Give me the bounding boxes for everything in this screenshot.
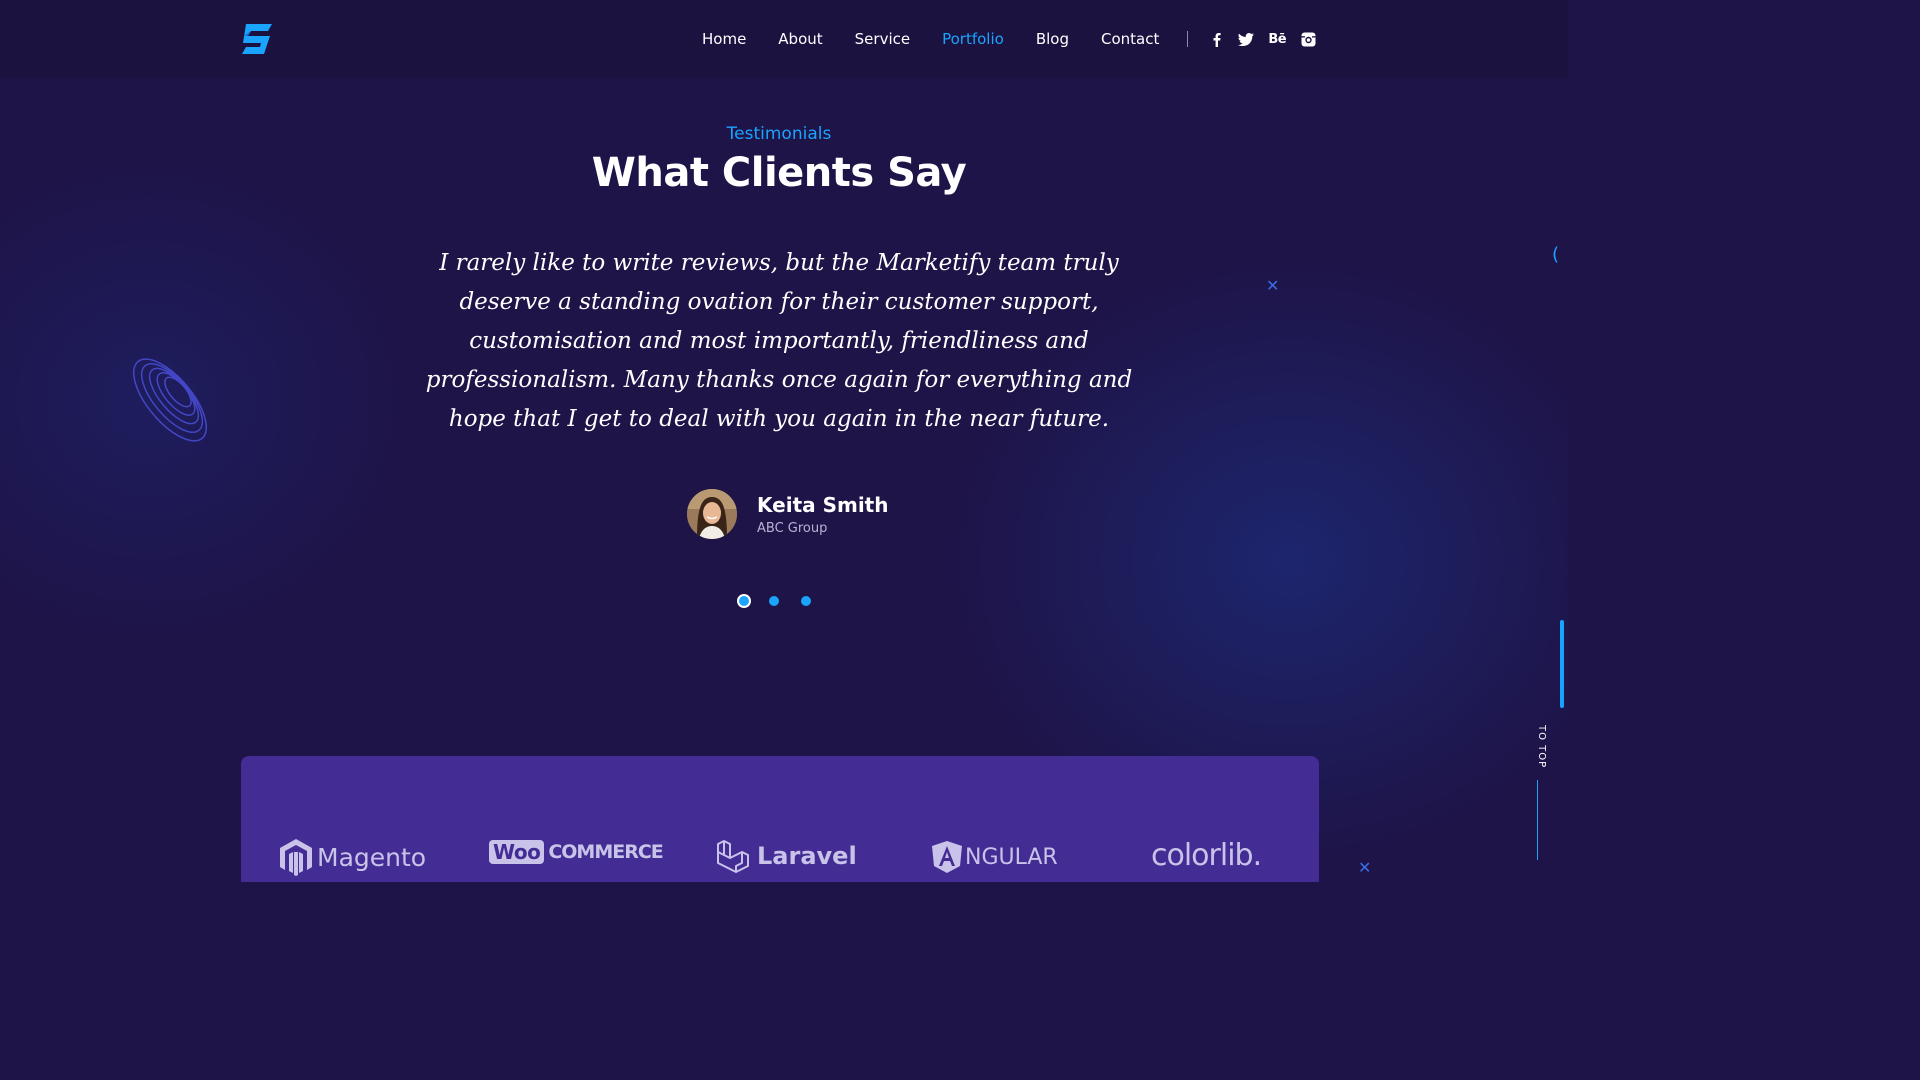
nav-blog[interactable]: Blog — [1036, 30, 1069, 48]
social-links: Bē — [1208, 31, 1330, 47]
sparkle-icon: ✕ — [1266, 276, 1280, 295]
brand-woo-label: COMMERCE — [548, 841, 663, 863]
facebook-icon[interactable] — [1208, 31, 1224, 47]
edge-arc-decoration: ( — [1552, 244, 1560, 265]
carousel-pagination — [737, 594, 833, 608]
brand-colorlib-label: colorlib. — [1151, 838, 1262, 873]
site-header: Home About Service Portfolio Blog Contac… — [0, 0, 1568, 78]
author-company: ABC Group — [757, 520, 828, 536]
nav-portfolio[interactable]: Portfolio — [942, 30, 1004, 48]
brand-angular: NGULAR — [931, 840, 1058, 874]
main-nav: Home About Service Portfolio Blog Contac… — [702, 28, 1330, 50]
nav-service[interactable]: Service — [855, 30, 910, 48]
brand-magento-label: Magento — [317, 842, 427, 872]
author-details: Keita Smith ABC Group — [757, 493, 888, 536]
carousel-dot-2[interactable] — [769, 596, 779, 606]
sparkle-icon: ✕ — [1358, 858, 1372, 877]
nav-divider — [1187, 31, 1189, 47]
avatar — [687, 489, 737, 539]
laravel-icon — [717, 840, 749, 873]
brand-woocommerce: Woo COMMERCE — [489, 840, 664, 864]
carousel-dot-3[interactable] — [801, 596, 811, 606]
page: Home About Service Portfolio Blog Contac… — [0, 0, 1568, 882]
site-logo[interactable] — [240, 22, 276, 56]
section-eyebrow: Testimonials — [726, 124, 832, 144]
nav-about[interactable]: About — [778, 30, 822, 48]
magento-icon — [280, 839, 312, 876]
brand-angular-label: NGULAR — [965, 844, 1058, 870]
brand-colorlib: colorlib. — [1151, 838, 1262, 873]
instagram-icon[interactable] — [1300, 31, 1316, 47]
carousel-dot-1[interactable] — [737, 594, 751, 608]
nav-contact[interactable]: Contact — [1101, 30, 1159, 48]
swirl-decoration — [132, 358, 208, 442]
section-title: What Clients Say — [591, 150, 967, 196]
angular-icon — [932, 841, 962, 873]
twitter-icon[interactable] — [1238, 31, 1255, 47]
scroll-indicator[interactable] — [1560, 620, 1564, 708]
brand-laravel-label: Laravel — [757, 842, 857, 870]
brand-woo-box: Woo — [489, 840, 545, 864]
logo-icon — [242, 24, 272, 54]
brand-laravel: Laravel — [715, 838, 857, 874]
nav-home[interactable]: Home — [702, 30, 746, 48]
behance-icon[interactable]: Bē — [1268, 31, 1286, 47]
testimonial-quote: I rarely like to write reviews, but the … — [425, 250, 1133, 432]
testimonial-author: Keita Smith ABC Group — [687, 489, 888, 539]
brand-logos-panel: Magento Woo COMMERCE Laravel NGULAR colo… — [241, 756, 1319, 882]
to-top-line — [1537, 780, 1538, 860]
author-name: Keita Smith — [757, 492, 889, 517]
to-top-button[interactable]: TO TOP — [1527, 725, 1547, 785]
brand-magento: Magento — [279, 838, 426, 876]
